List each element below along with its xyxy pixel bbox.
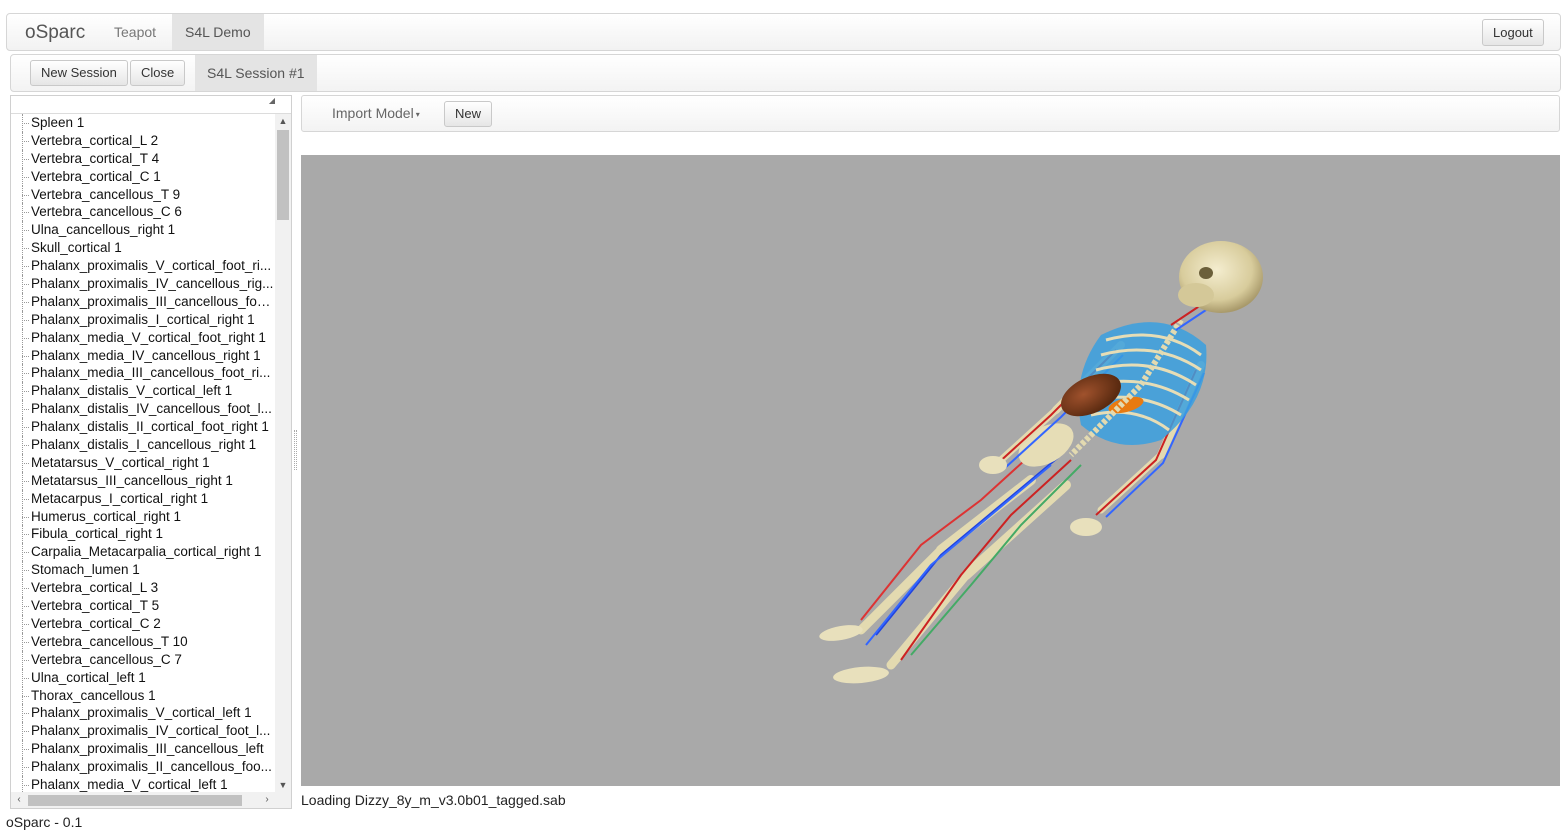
close-session-button[interactable]: Close	[130, 60, 186, 86]
tree-item[interactable]: Phalanx_proximalis_III_cancellous_foo...	[11, 292, 275, 311]
anatomy-model-render	[819, 241, 1263, 684]
eye-socket	[1199, 267, 1213, 279]
tree-horizontal-scrollbar[interactable]: ‹ ›	[11, 792, 291, 808]
model-tree-panel: ◢ Spleen 1 Vertebra_cortical_L 2 Vertebra_…	[10, 95, 292, 809]
scroll-right-arrow-icon[interactable]: ›	[259, 792, 275, 808]
tree-item[interactable]: Thorax_cancellous 1	[11, 686, 275, 705]
tree-item[interactable]: Phalanx_proximalis_III_cancellous_left	[11, 740, 275, 758]
tree-item[interactable]: Phalanx_media_V_cortical_left 1	[11, 775, 275, 792]
tab-s4l-session-1[interactable]: S4L Session #1	[195, 55, 317, 91]
tree-item[interactable]: Phalanx_proximalis_IV_cancellous_rig...	[11, 275, 275, 293]
import-model-menu[interactable]: Import Model ▾	[332, 105, 420, 121]
new-button[interactable]: New	[444, 101, 493, 127]
tree-item[interactable]: Vertebra_cancellous_C 7	[11, 650, 275, 669]
tree-item[interactable]: Fibula_cortical_right 1	[11, 525, 275, 544]
tree-item[interactable]: Ulna_cancellous_right 1	[11, 221, 275, 240]
logout-button[interactable]: Logout	[1482, 19, 1544, 46]
tree-item[interactable]: Skull_cortical 1	[11, 239, 275, 258]
model-tree-list: Spleen 1 Vertebra_cortical_L 2 Vertebra_co…	[11, 114, 275, 792]
leg-vessels	[860, 449, 1082, 661]
tree-item[interactable]: Vertebra_cortical_L 2	[11, 131, 275, 150]
tree-item[interactable]: Phalanx_proximalis_I_cortical_right 1	[11, 310, 275, 329]
jaw	[1178, 283, 1214, 307]
tree-item[interactable]: Phalanx_distalis_V_cortical_left 1	[11, 382, 275, 401]
tree-item[interactable]: Spleen 1	[11, 114, 275, 132]
tree-item[interactable]: Vertebra_cortical_T 5	[11, 597, 275, 615]
scroll-left-arrow-icon[interactable]: ‹	[11, 792, 27, 808]
new-session-button[interactable]: New Session	[30, 60, 128, 86]
footer-version: oSparc - 0.1	[6, 814, 83, 830]
tree-item[interactable]: Vertebra_cortical_L 3	[11, 579, 275, 597]
tree-item[interactable]: Vertebra_cancellous_C 6	[11, 203, 275, 222]
viewer-toolbar: Import Model ▾ New	[301, 95, 1560, 132]
scrollbar-thumb[interactable]	[277, 130, 289, 220]
tree-item[interactable]: Vertebra_cancellous_T 9	[11, 185, 275, 204]
scroll-up-arrow-icon[interactable]: ▲	[275, 116, 291, 126]
tree-item[interactable]: Phalanx_distalis_II_cortical_foot_right …	[11, 418, 275, 436]
tree-item[interactable]: Vertebra_cortical_C 2	[11, 614, 275, 633]
tree-item[interactable]: Phalanx_distalis_IV_cancellous_foot_l...	[11, 400, 275, 419]
top-navbar: oSparc Teapot S4L Demo Logout	[6, 13, 1561, 51]
tree-item[interactable]: Phalanx_proximalis_IV_cortical_foot_l...	[11, 722, 275, 741]
tab-s4l-demo[interactable]: S4L Demo	[172, 14, 264, 50]
sort-indicator-icon[interactable]: ◢	[269, 96, 275, 105]
hscrollbar-thumb[interactable]	[28, 795, 242, 806]
tree-item[interactable]: Metatarsus_III_cancellous_right 1	[11, 471, 275, 490]
tree-item[interactable]: Humerus_cortical_right 1	[11, 507, 275, 526]
panel-splitter-handle[interactable]	[294, 430, 297, 470]
caret-down-icon: ▾	[415, 109, 420, 119]
tree-item[interactable]: Metatarsus_V_cortical_right 1	[11, 453, 275, 472]
tree-item[interactable]: Phalanx_proximalis_V_cortical_foot_ri...	[11, 257, 275, 275]
tree-vertical-scrollbar[interactable]: ▲ ▼	[275, 114, 291, 792]
tree-item[interactable]: Ulna_cortical_left 1	[11, 668, 275, 687]
tree-item[interactable]: Vertebra_cortical_T 4	[11, 149, 275, 168]
tree-item[interactable]: Phalanx_media_IV_cancellous_right 1	[11, 346, 275, 365]
tree-item[interactable]: Phalanx_media_V_cortical_foot_right 1	[11, 328, 275, 347]
import-model-label: Import Model	[332, 105, 414, 121]
tree-item[interactable]: Phalanx_proximalis_V_cortical_left 1	[11, 704, 275, 723]
hand-bones	[979, 456, 1102, 536]
session-bar: New Session Close S4L Session #1	[10, 54, 1561, 92]
tree-item[interactable]: Phalanx_proximalis_II_cancellous_foo...	[11, 758, 275, 776]
tree-item[interactable]: Carpalia_Metacarpalia_cortical_right 1	[11, 543, 275, 562]
tree-item[interactable]: Vertebra_cortical_C 1	[11, 167, 275, 186]
3d-viewport[interactable]	[301, 155, 1560, 786]
tree-item[interactable]: Stomach_lumen 1	[11, 561, 275, 580]
tab-teapot[interactable]: Teapot	[101, 14, 169, 50]
tree-item[interactable]: Phalanx_media_III_cancellous_foot_ri...	[11, 364, 275, 383]
status-text: Loading Dizzy_8y_m_v3.0b01_tagged.sab	[301, 792, 566, 808]
tree-item[interactable]: Metacarpus_I_cortical_right 1	[11, 489, 275, 508]
tree-item[interactable]: Phalanx_distalis_I_cancellous_right 1	[11, 436, 275, 454]
tree-item[interactable]: Vertebra_cancellous_T 10	[11, 632, 275, 651]
brand-logo-text[interactable]: oSparc	[25, 22, 85, 44]
tree-header[interactable]: ◢	[11, 96, 291, 114]
scroll-down-arrow-icon[interactable]: ▼	[275, 780, 291, 790]
